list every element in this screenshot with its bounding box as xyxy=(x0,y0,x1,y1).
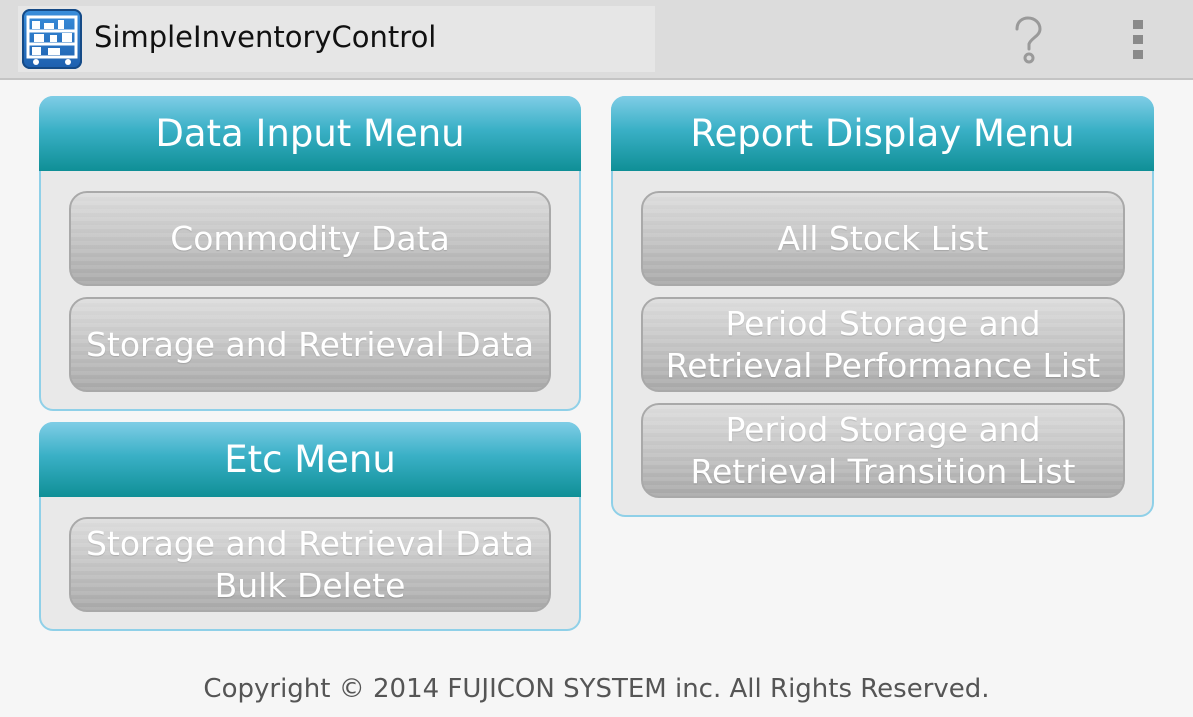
app-title: SimpleInventoryControl xyxy=(94,20,437,54)
commodity-data-label: Commodity Data xyxy=(170,218,450,258)
help-button[interactable] xyxy=(1000,10,1056,70)
etc-menu-panel: Etc Menu Storage and Retrieval Data Bulk… xyxy=(39,422,581,631)
storage-retrieval-data-button[interactable]: Storage and Retrieval Data xyxy=(69,297,551,392)
period-performance-list-button[interactable]: Period Storage and Retrieval Performance… xyxy=(641,297,1125,392)
vertical-dots-icon xyxy=(1133,20,1143,59)
overflow-menu-button[interactable] xyxy=(1112,10,1164,70)
copyright-text: Copyright © 2014 FUJICON SYSTEM inc. All… xyxy=(203,674,990,704)
etc-menu-title: Etc Menu xyxy=(39,422,581,497)
storage-retrieval-data-label: Storage and Retrieval Data xyxy=(85,324,535,364)
data-input-menu-title: Data Input Menu xyxy=(39,96,581,171)
all-stock-list-label: All Stock List xyxy=(777,218,989,258)
period-transition-list-button[interactable]: Period Storage and Retrieval Transition … xyxy=(641,403,1125,498)
app-title-area[interactable]: SimpleInventoryControl xyxy=(18,6,655,72)
period-transition-list-label: Period Storage and Retrieval Transition … xyxy=(690,409,1076,491)
question-mark-icon xyxy=(1015,16,1042,64)
inventory-shelf-icon xyxy=(22,9,82,69)
data-input-menu-panel: Data Input Menu Commodity Data Storage a… xyxy=(39,96,581,411)
period-performance-list-label: Period Storage and Retrieval Performance… xyxy=(665,303,1101,385)
report-display-menu-title: Report Display Menu xyxy=(611,96,1154,171)
report-display-menu-panel: Report Display Menu All Stock List Perio… xyxy=(611,96,1154,517)
bulk-delete-button[interactable]: Storage and Retrieval Data Bulk Delete xyxy=(69,517,551,612)
action-bar: SimpleInventoryControl xyxy=(0,0,1193,80)
commodity-data-button[interactable]: Commodity Data xyxy=(69,191,551,286)
bulk-delete-label: Storage and Retrieval Data Bulk Delete xyxy=(85,523,535,605)
all-stock-list-button[interactable]: All Stock List xyxy=(641,191,1125,286)
